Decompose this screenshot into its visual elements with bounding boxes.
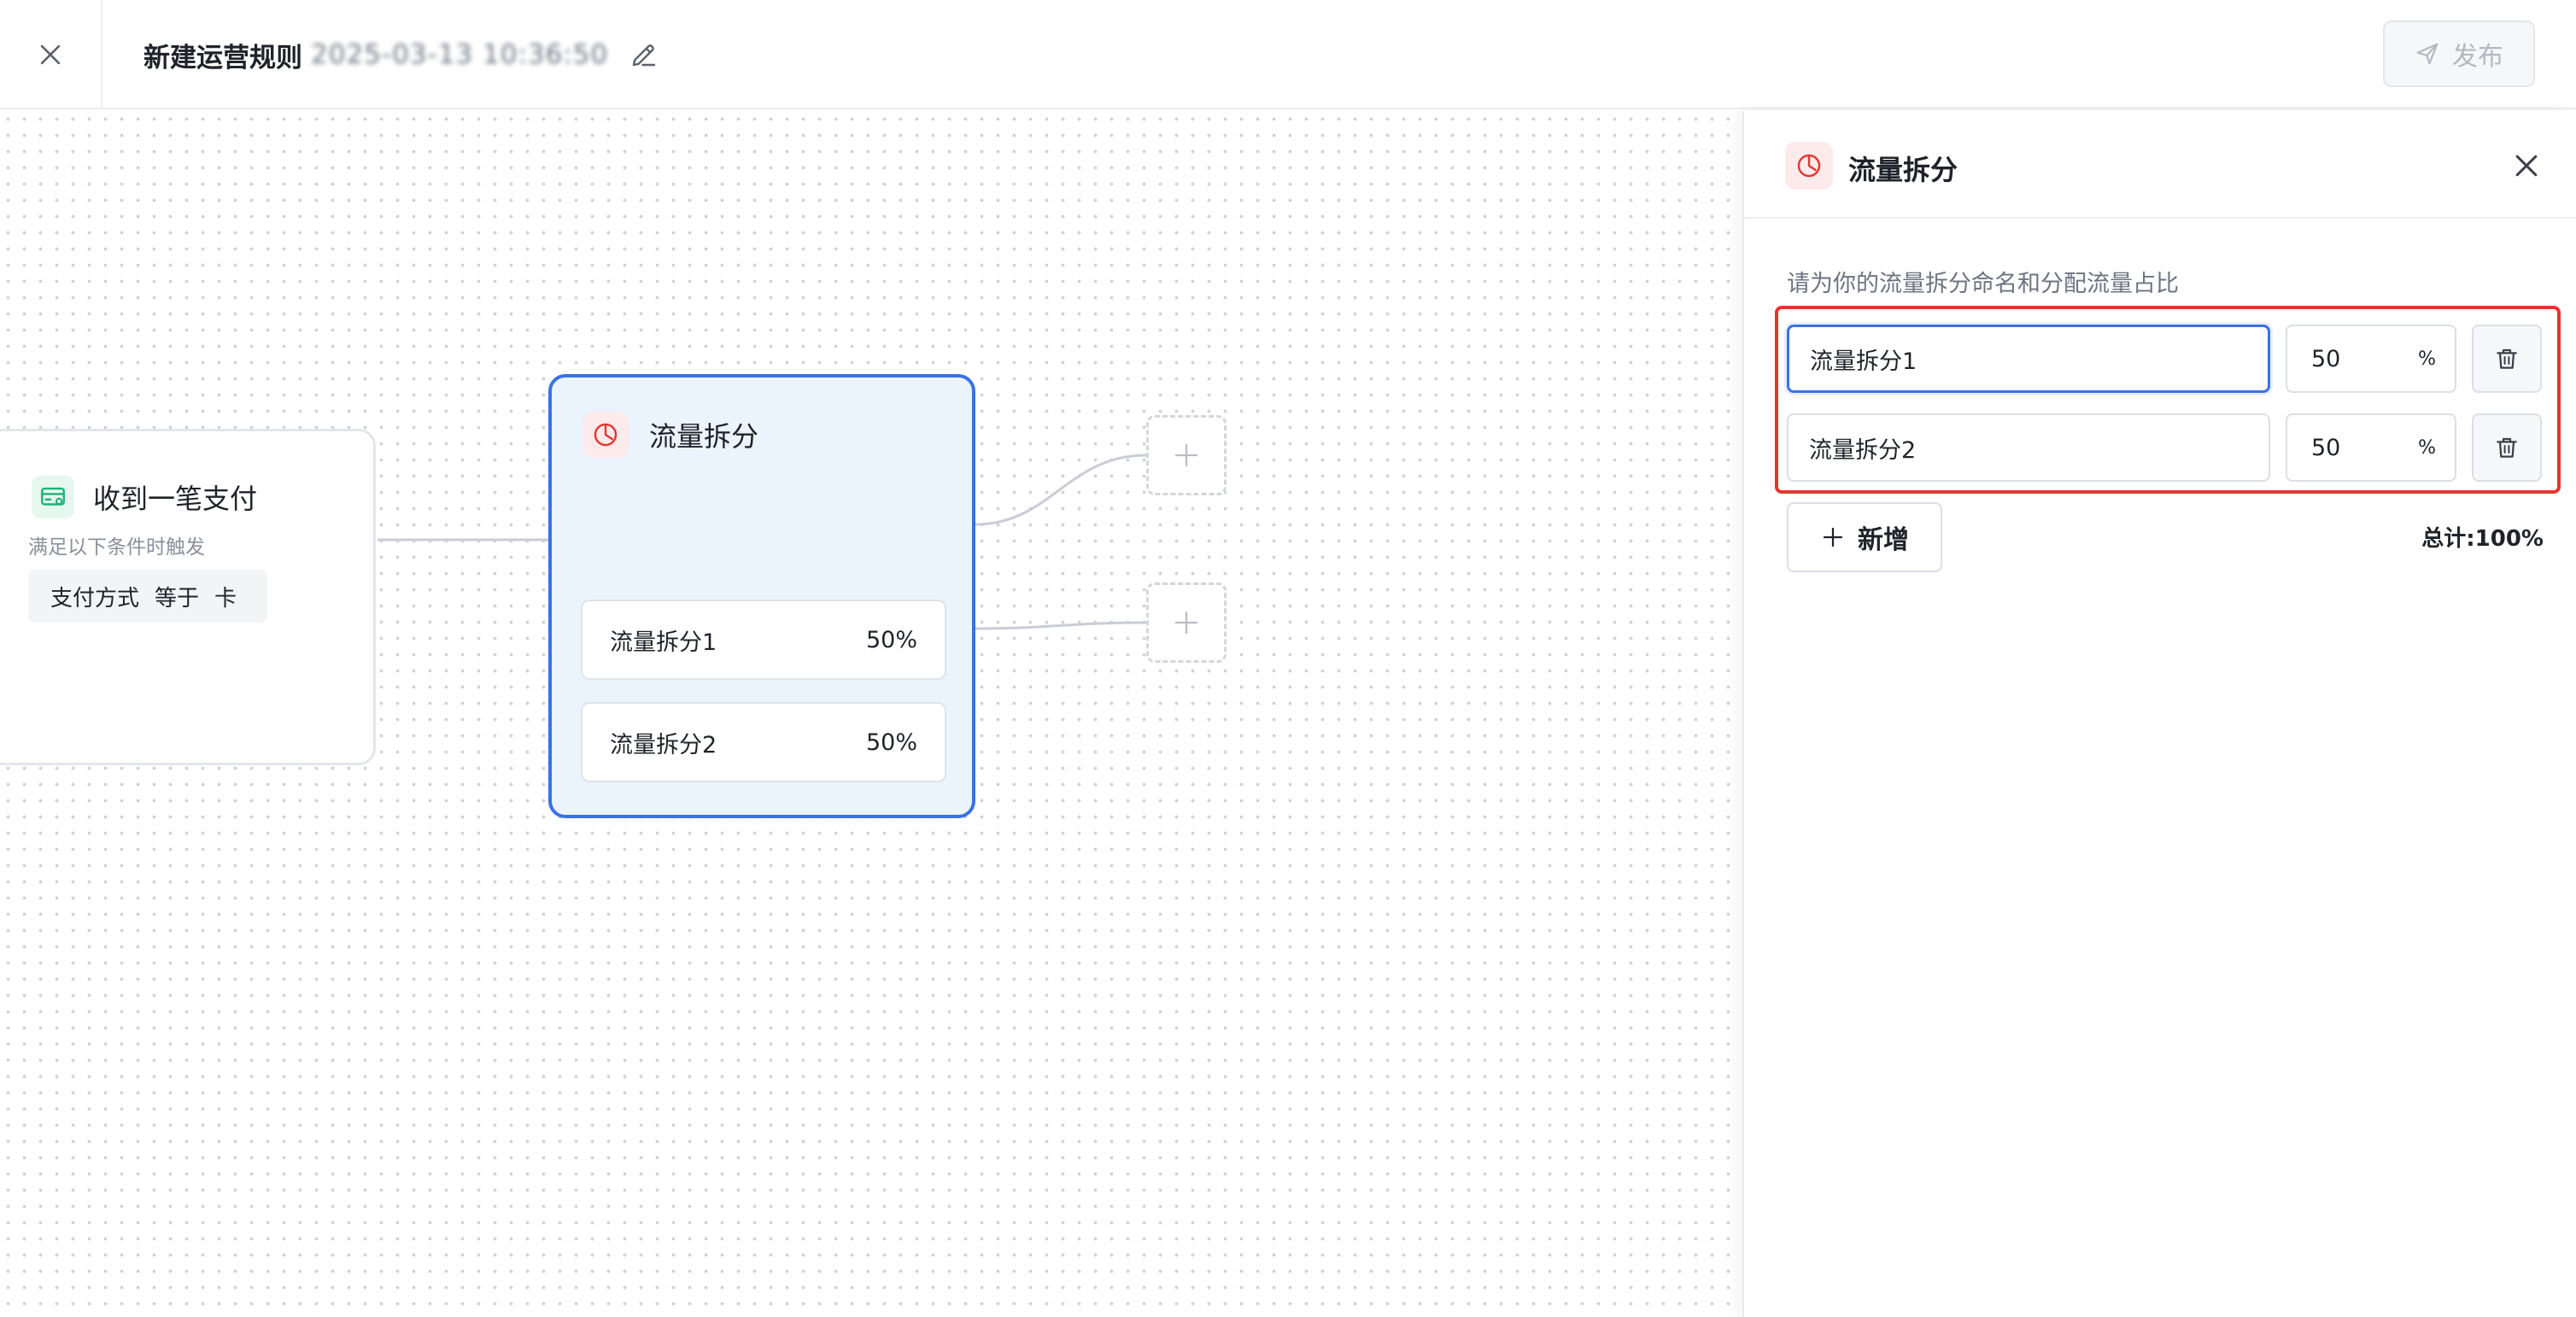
close-icon: [40, 44, 61, 65]
split-icon-box: [583, 412, 629, 458]
plus-icon: [1174, 443, 1198, 467]
top-header: 新建运营规则 2025-03-13 10:36:50 发布: [0, 0, 2576, 109]
delete-split-button-1[interactable]: [2472, 325, 2542, 393]
trigger-icon-box: [32, 476, 74, 518]
percent-unit: %: [2418, 348, 2436, 370]
publish-button[interactable]: 发布: [2383, 20, 2535, 87]
flow-canvas[interactable]: 收到一笔支付 满足以下条件时触发 支付方式 等于 卡 流量拆分 流量拆分1 50…: [0, 111, 1742, 1317]
trigger-node-header: 收到一笔支付: [32, 476, 257, 518]
panel-title: 流量拆分: [1848, 154, 1958, 186]
condition-field: 支付方式: [50, 585, 140, 612]
branch-percent: 50%: [865, 626, 917, 653]
trash-icon: [2497, 437, 2517, 458]
close-icon[interactable]: [2509, 149, 2544, 183]
close-editor-button[interactable]: [0, 0, 102, 109]
panel-icon-box: [1785, 142, 1833, 190]
split-total: 总计:100%: [2421, 526, 2544, 552]
branch-percent: 50%: [865, 729, 917, 756]
send-icon: [2416, 43, 2438, 65]
split-branch-card[interactable]: 流量拆分1 50%: [581, 600, 946, 680]
app-root: 新建运营规则 2025-03-13 10:36:50 发布 收到一笔支付 满足以…: [0, 0, 2576, 1317]
percent-value: 50: [2311, 434, 2341, 461]
split-percent-field-2[interactable]: 50 %: [2286, 413, 2456, 482]
connector-split1-to-slot1: [975, 454, 1147, 526]
condition-value: 卡: [214, 585, 237, 612]
pie-chart-icon: [594, 423, 618, 447]
branch-name: 流量拆分1: [610, 629, 717, 656]
plus-icon: [1174, 611, 1198, 635]
pencil-icon[interactable]: [629, 39, 659, 70]
percent-unit: %: [2418, 436, 2436, 459]
panel-header: 流量拆分: [1744, 111, 2576, 219]
add-split-button[interactable]: 新增: [1787, 502, 1942, 572]
trash-icon: [2497, 348, 2517, 369]
trigger-title: 收到一笔支付: [93, 483, 258, 515]
traffic-split-panel: 流量拆分 请为你的流量拆分命名和分配流量占比 50 % 50 %: [1742, 111, 2576, 1317]
add-node-slot-2[interactable]: [1146, 582, 1227, 663]
trigger-subtitle: 满足以下条件时触发: [28, 536, 205, 559]
add-node-slot-1[interactable]: [1146, 415, 1227, 495]
card-payment-icon: [41, 487, 65, 506]
publish-label: 发布: [2452, 42, 2503, 72]
delete-split-button-2[interactable]: [2472, 413, 2542, 482]
split-branch-card[interactable]: 流量拆分2 50%: [581, 702, 946, 782]
condition-chip[interactable]: 支付方式 等于 卡: [28, 570, 267, 623]
split-node-header: 流量拆分: [583, 412, 758, 458]
condition-operator: 等于: [155, 585, 200, 612]
connector-split2-to-slot2: [975, 621, 1147, 630]
panel-description: 请为你的流量拆分命名和分配流量占比: [1787, 271, 2179, 297]
plus-icon: [1823, 527, 1843, 547]
rule-title: 新建运营规则 2025-03-13 10:36:50: [143, 34, 659, 75]
split-name-input-2[interactable]: [1787, 413, 2270, 482]
branch-name: 流量拆分2: [610, 731, 717, 758]
split-node-title: 流量拆分: [649, 420, 759, 453]
trigger-node[interactable]: 收到一笔支付 满足以下条件时触发 支付方式 等于 卡: [0, 429, 376, 765]
percent-value: 50: [2311, 345, 2341, 372]
split-percent-field-1[interactable]: 50 %: [2286, 325, 2456, 393]
add-split-label: 新增: [1858, 525, 1909, 555]
traffic-split-node[interactable]: 流量拆分 流量拆分1 50% 流量拆分2 50%: [548, 374, 975, 818]
pie-chart-icon: [1797, 154, 1821, 178]
rule-title-timestamp: 2025-03-13 10:36:50: [311, 39, 609, 70]
split-name-input-1[interactable]: [1787, 325, 2270, 393]
rule-title-text: 新建运营规则: [143, 42, 302, 73]
